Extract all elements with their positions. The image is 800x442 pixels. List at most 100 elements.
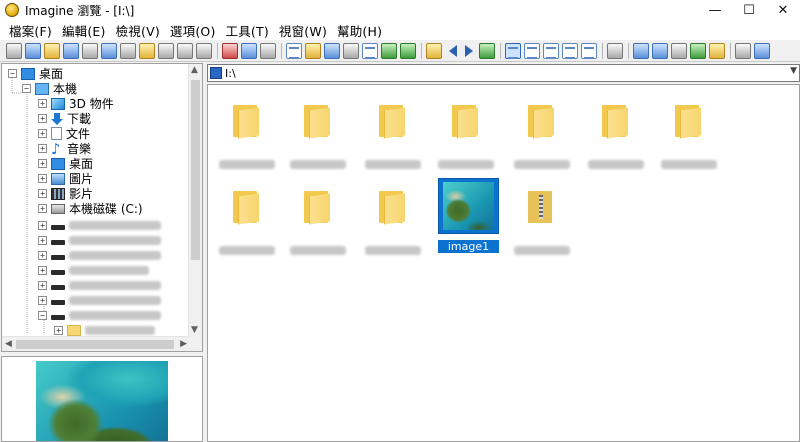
refresh-icon[interactable] (479, 42, 495, 59)
cut-icon[interactable] (222, 42, 238, 59)
sort-icon[interactable] (343, 42, 359, 59)
open-folder-icon[interactable] (44, 42, 60, 59)
wrench-icon[interactable] (607, 42, 623, 59)
print-icon[interactable] (82, 42, 98, 59)
expand-icon[interactable]: + (38, 159, 47, 168)
back-arrow-icon[interactable] (449, 44, 457, 57)
export-icon[interactable] (709, 42, 725, 59)
copy-icon[interactable] (241, 42, 257, 59)
file-grid[interactable]: image1 (207, 84, 800, 442)
zip-file-item[interactable] (510, 177, 576, 255)
info-icon[interactable] (101, 42, 117, 59)
expand-icon[interactable]: + (38, 204, 47, 213)
expand-icon[interactable]: + (38, 99, 47, 108)
tree-item-pictures[interactable]: + 圖片 (38, 171, 93, 186)
scroll-right-icon[interactable]: ▶ (180, 339, 187, 349)
expand-icon[interactable]: + (38, 114, 47, 123)
image-icon[interactable] (400, 42, 416, 59)
eye-icon[interactable] (6, 42, 22, 59)
folder-item[interactable] (584, 91, 650, 169)
collapse-icon[interactable]: − (22, 84, 31, 93)
filter-icon[interactable] (305, 42, 321, 59)
tree-item-this-pc[interactable]: − 本機 (22, 81, 77, 96)
folder-item[interactable] (215, 177, 281, 255)
expand-icon[interactable]: + (38, 144, 47, 153)
folder-item[interactable] (286, 177, 352, 255)
expand-icon[interactable]: + (38, 251, 47, 260)
tree-item-network-drive[interactable]: + (38, 278, 161, 293)
expand-icon[interactable]: + (38, 174, 47, 183)
slideshow-icon[interactable] (381, 42, 397, 59)
tree-item-videos[interactable]: + 影片 (38, 186, 93, 201)
clock-icon[interactable] (324, 42, 340, 59)
menu-file[interactable]: 檔案(F) (4, 21, 57, 40)
expand-icon[interactable]: + (38, 189, 47, 198)
tree-item-desktop[interactable]: + 桌面 (38, 156, 93, 171)
minimize-button[interactable]: — (698, 0, 732, 20)
tree-item-network-drive[interactable]: + (38, 263, 149, 278)
tree-item-desktop-root[interactable]: − 桌面 (8, 66, 63, 81)
multi-page-icon[interactable] (63, 42, 79, 59)
view-window-icon[interactable] (286, 42, 302, 59)
large-icons-view-icon[interactable] (505, 42, 521, 59)
folder-item[interactable] (434, 91, 500, 169)
new-folder-icon[interactable] (139, 42, 155, 59)
batch-rename-icon[interactable] (652, 42, 668, 59)
tree-item-documents[interactable]: + 文件 (38, 126, 90, 141)
maximize-button[interactable]: ☐ (732, 0, 766, 20)
menu-help[interactable]: 幫助(H) (332, 21, 387, 40)
expand-icon[interactable]: + (38, 236, 47, 245)
folder-tree-panel[interactable]: − 桌面 − 本機 + 3D 物件 + 下載 + 文件 + 音樂 + 桌面 + … (1, 63, 203, 352)
folder-item[interactable] (361, 177, 427, 255)
folder-item[interactable] (510, 91, 576, 169)
help-icon[interactable] (754, 42, 770, 59)
menu-edit[interactable]: 編輯(E) (57, 21, 111, 40)
forward-arrow-icon[interactable] (465, 44, 473, 57)
expand-icon[interactable]: + (38, 281, 47, 290)
expand-icon[interactable]: + (38, 221, 47, 230)
tree-item-music[interactable]: + 音樂 (38, 140, 91, 158)
image-file-item-selected[interactable]: image1 (438, 171, 504, 253)
scroll-up-icon[interactable]: ▲ (191, 65, 198, 75)
tree-item-network-drive[interactable]: + (38, 218, 161, 233)
menu-tools[interactable]: 工具(T) (221, 21, 274, 40)
camera-icon[interactable] (120, 42, 136, 59)
link-icon[interactable] (735, 42, 751, 59)
tree-item-network-drive[interactable]: + (38, 233, 161, 248)
list-view-icon[interactable] (543, 42, 559, 59)
scroll-left-icon[interactable]: ◀ (5, 339, 12, 349)
scroll-down-icon[interactable]: ▼ (191, 325, 198, 335)
tree-item-downloads[interactable]: + 下載 (38, 111, 91, 126)
tree-item-network-drive[interactable]: + (38, 293, 161, 308)
tree-item-3d-objects[interactable]: + 3D 物件 (38, 96, 114, 111)
expand-icon[interactable]: + (54, 326, 63, 335)
folder-item[interactable] (215, 91, 281, 169)
expand-icon[interactable]: + (38, 129, 47, 138)
expand-icon[interactable]: + (38, 266, 47, 275)
expand-icon[interactable]: + (38, 296, 47, 305)
small-icons-view-icon[interactable] (524, 42, 540, 59)
trash-icon[interactable] (177, 42, 193, 59)
menu-options[interactable]: 選項(O) (165, 21, 221, 40)
tiles-view-icon[interactable] (581, 42, 597, 59)
menu-window[interactable]: 視窗(W) (274, 21, 332, 40)
collapse-icon[interactable]: − (8, 69, 17, 78)
collapse-icon[interactable]: − (38, 311, 47, 320)
paste-icon[interactable] (260, 42, 276, 59)
menu-view[interactable]: 檢視(V) (111, 21, 165, 40)
compare-icon[interactable] (690, 42, 706, 59)
folder-up-icon[interactable] (426, 42, 442, 59)
folder-item[interactable] (286, 91, 352, 169)
tree-item-network-drive-expanded[interactable]: − (38, 308, 161, 323)
folder-item[interactable] (361, 91, 427, 169)
thumbnail-grid-icon[interactable] (362, 42, 378, 59)
address-bar[interactable]: I:\ ▼ (207, 64, 800, 82)
browse-icon[interactable] (25, 42, 41, 59)
batch-convert-icon[interactable] (633, 42, 649, 59)
close-button[interactable]: ✕ (766, 0, 800, 20)
tree-item-network-drive[interactable]: + (38, 248, 161, 263)
scrollbar-thumb[interactable] (16, 340, 174, 349)
tree-horizontal-scrollbar[interactable]: ◀ ▶ (2, 336, 190, 351)
folder-item[interactable] (657, 91, 723, 169)
chevron-down-icon[interactable]: ▼ (790, 66, 797, 76)
